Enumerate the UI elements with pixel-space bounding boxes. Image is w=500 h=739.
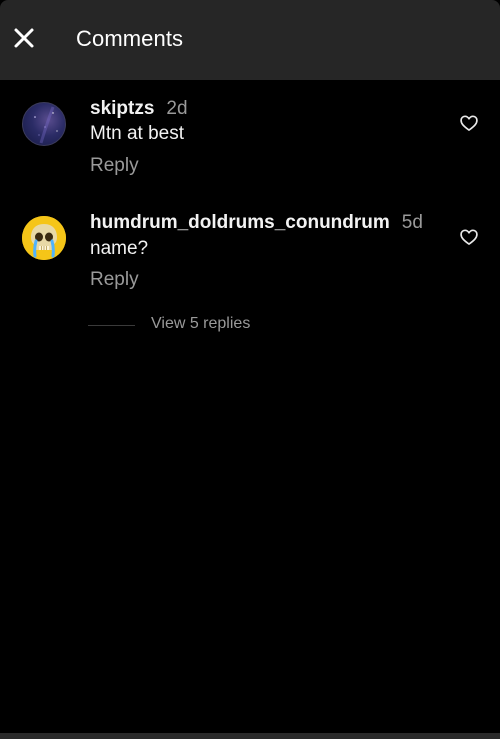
view-replies-label[interactable]: View 5 replies bbox=[151, 315, 250, 333]
reply-button[interactable]: Reply bbox=[90, 155, 139, 177]
comment-text: name? bbox=[90, 238, 149, 259]
username-text[interactable]: humdrum_doldrums_conundrum bbox=[90, 212, 390, 233]
crying-skull-avatar-icon bbox=[22, 216, 66, 260]
comments-header: Comments bbox=[0, 0, 500, 80]
bottom-bar bbox=[0, 733, 500, 739]
comment-timestamp: 2d bbox=[166, 98, 188, 119]
like-button[interactable] bbox=[459, 113, 479, 133]
night-sky-avatar-icon bbox=[34, 106, 58, 144]
comment-text: Mtn at best bbox=[90, 123, 184, 144]
comment-username[interactable]: skiptzs 2d bbox=[90, 98, 188, 120]
avatar[interactable] bbox=[22, 102, 66, 146]
comment-timestamp: 5d bbox=[401, 212, 423, 233]
heart-icon bbox=[460, 229, 478, 245]
divider-line bbox=[88, 325, 135, 326]
like-button[interactable] bbox=[459, 227, 479, 247]
page-title: Comments bbox=[76, 26, 184, 51]
heart-icon bbox=[460, 115, 478, 131]
comment-username[interactable]: humdrum_doldrums_conundrum 5d bbox=[90, 212, 423, 234]
close-button[interactable] bbox=[10, 24, 38, 52]
username-text[interactable]: skiptzs bbox=[90, 98, 154, 119]
reply-button[interactable]: Reply bbox=[90, 269, 139, 291]
close-icon bbox=[14, 28, 34, 48]
avatar[interactable] bbox=[22, 216, 66, 260]
